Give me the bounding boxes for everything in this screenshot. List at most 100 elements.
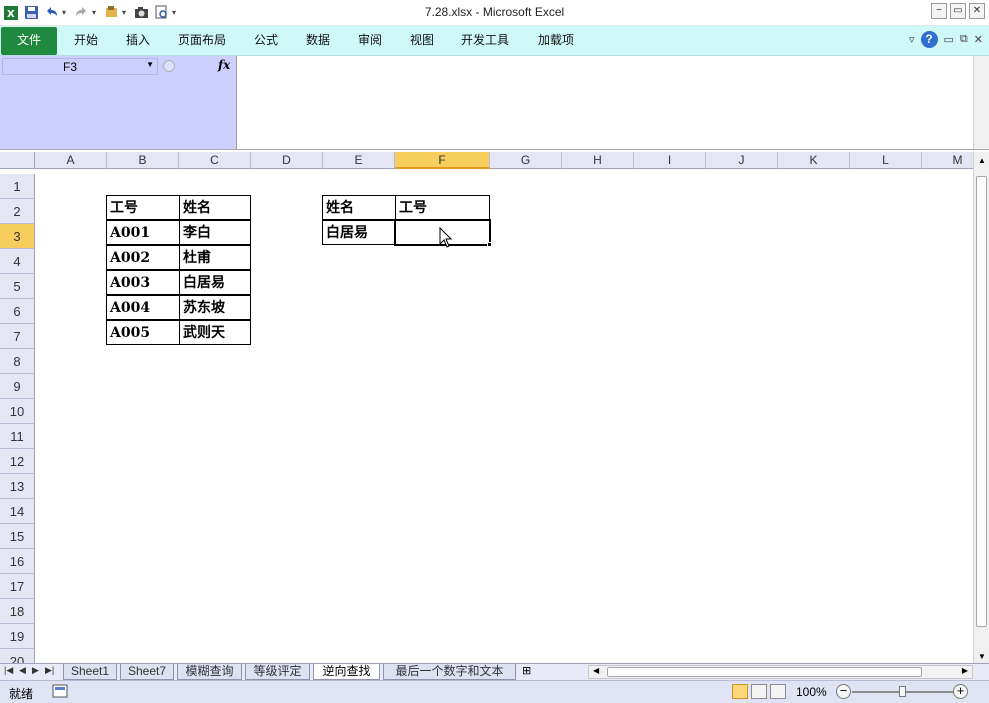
tab-formulas[interactable]: 公式 [244,26,288,56]
row-header-13[interactable]: 13 [0,474,35,499]
row-header-9[interactable]: 9 [0,374,35,399]
formula-bar-scrollbar[interactable] [973,56,989,149]
next-sheet-icon[interactable]: ▶ [32,665,39,676]
page-break-view-button[interactable] [770,684,786,699]
close-button[interactable]: ✕ [969,3,985,19]
first-sheet-icon[interactable]: |◀ [4,665,13,676]
row-header-17[interactable]: 17 [0,574,35,599]
cell-f2[interactable]: 工号 [395,195,490,220]
zoom-level[interactable]: 100% [796,685,827,699]
column-header-k[interactable]: K [778,152,850,169]
zoom-slider[interactable] [852,686,954,697]
doc-minimize-icon[interactable]: ▭ [944,33,954,46]
row-header-14[interactable]: 14 [0,499,35,524]
minimize-button[interactable]: − [931,3,947,19]
cell-b6[interactable]: A004 [106,295,180,320]
cell-c6[interactable]: 苏东坡 [179,295,251,320]
tab-developer[interactable]: 开发工具 [453,26,517,56]
sheet-tab-last-number-text[interactable]: 最后一个数字和文本 [383,664,516,680]
row-header-6[interactable]: 6 [0,299,35,324]
column-header-l[interactable]: L [850,152,922,169]
select-all-button[interactable] [0,152,35,169]
scroll-right-icon[interactable]: ▶ [962,666,968,675]
tab-review[interactable]: 审阅 [348,26,392,56]
cell-c3[interactable]: 李白 [179,220,251,245]
cell-b2[interactable]: 工号 [106,195,180,220]
cell-e2[interactable]: 姓名 [322,195,396,220]
row-header-8[interactable]: 8 [0,349,35,374]
tab-home[interactable]: 开始 [64,26,108,56]
worksheet-grid[interactable]: A B C D E F G H I J K L M 1 2 3 4 5 6 7 … [0,152,973,663]
row-header-7[interactable]: 7 [0,324,35,349]
column-header-b[interactable]: B [107,152,179,169]
normal-view-button[interactable] [732,684,748,699]
horizontal-scroll-thumb[interactable] [607,667,922,677]
row-header-4[interactable]: 4 [0,249,35,274]
tab-addins[interactable]: 加载项 [526,26,586,56]
zoom-out-button[interactable]: − [836,684,851,699]
row-header-12[interactable]: 12 [0,449,35,474]
scroll-down-icon[interactable]: ▼ [978,652,986,661]
column-header-c[interactable]: C [179,152,251,169]
cell-b3[interactable]: A001 [106,220,180,245]
tab-data[interactable]: 数据 [296,26,340,56]
column-header-m[interactable]: M [922,152,973,169]
cell-b7[interactable]: A005 [106,320,180,345]
zoom-in-button[interactable]: + [953,684,968,699]
last-sheet-icon[interactable]: ▶| [45,665,54,676]
row-header-2[interactable]: 2 [0,199,35,224]
tab-insert[interactable]: 插入 [116,26,160,56]
row-header-11[interactable]: 11 [0,424,35,449]
fill-handle[interactable] [487,242,492,247]
tab-file[interactable]: 文件 [1,27,57,55]
column-header-i[interactable]: I [634,152,706,169]
cell-c5[interactable]: 白居易 [179,270,251,295]
column-header-j[interactable]: J [706,152,778,169]
row-header-5[interactable]: 5 [0,274,35,299]
row-header-15[interactable]: 15 [0,524,35,549]
column-header-d[interactable]: D [251,152,323,169]
row-header-16[interactable]: 16 [0,549,35,574]
page-layout-view-button[interactable] [751,684,767,699]
vertical-scroll-thumb[interactable] [976,176,987,627]
row-header-19[interactable]: 19 [0,624,35,649]
cell-e3[interactable]: 白居易 [322,220,396,245]
cell-c7[interactable]: 武则天 [179,320,251,345]
cell-c2[interactable]: 姓名 [179,195,251,220]
sheet-tab-grading[interactable]: 等级评定 [245,664,310,680]
column-header-e[interactable]: E [323,152,395,169]
name-box[interactable]: F3 ▼ [2,58,158,75]
column-header-g[interactable]: G [490,152,562,169]
tab-page-layout[interactable]: 页面布局 [170,26,234,56]
zoom-slider-thumb[interactable] [899,686,906,697]
sheet-tab-sheet1[interactable]: Sheet1 [63,664,117,680]
row-header-10[interactable]: 10 [0,399,35,424]
column-header-f[interactable]: F [395,152,490,169]
macro-record-icon[interactable] [52,684,68,701]
vertical-scrollbar[interactable]: ▲ ▼ [973,152,989,663]
name-box-dropdown-icon[interactable]: ▼ [146,60,154,69]
prev-sheet-icon[interactable]: ◀ [19,665,26,676]
sheet-tab-sheet7[interactable]: Sheet7 [120,664,174,680]
horizontal-scrollbar[interactable]: ◀ ▶ [588,665,973,679]
cell-b5[interactable]: A003 [106,270,180,295]
row-header-18[interactable]: 18 [0,599,35,624]
insert-function-button[interactable]: fx [218,58,230,72]
cell-c4[interactable]: 杜甫 [179,245,251,270]
column-header-a[interactable]: A [35,152,107,169]
ribbon-collapse-icon[interactable]: ▿ [909,33,915,46]
row-header-1[interactable]: 1 [0,174,35,199]
formula-divider-handle[interactable] [163,60,175,72]
row-header-3[interactable]: 3 [0,224,35,249]
insert-sheet-icon[interactable]: ⊞ [522,664,531,677]
cell-b4[interactable]: A002 [106,245,180,270]
scroll-left-icon[interactable]: ◀ [593,666,599,675]
row-header-20[interactable]: 20 [0,649,35,663]
tab-view[interactable]: 视图 [400,26,444,56]
sheet-tab-reverse-lookup[interactable]: 逆向查找 [313,664,380,680]
doc-close-icon[interactable]: ✕ [974,33,983,46]
sheet-tab-fuzzy-lookup[interactable]: 模糊查询 [177,664,242,680]
doc-restore-icon[interactable]: ⧉ [960,33,968,46]
help-icon[interactable]: ? [920,31,938,48]
scroll-up-icon[interactable]: ▲ [978,156,986,165]
